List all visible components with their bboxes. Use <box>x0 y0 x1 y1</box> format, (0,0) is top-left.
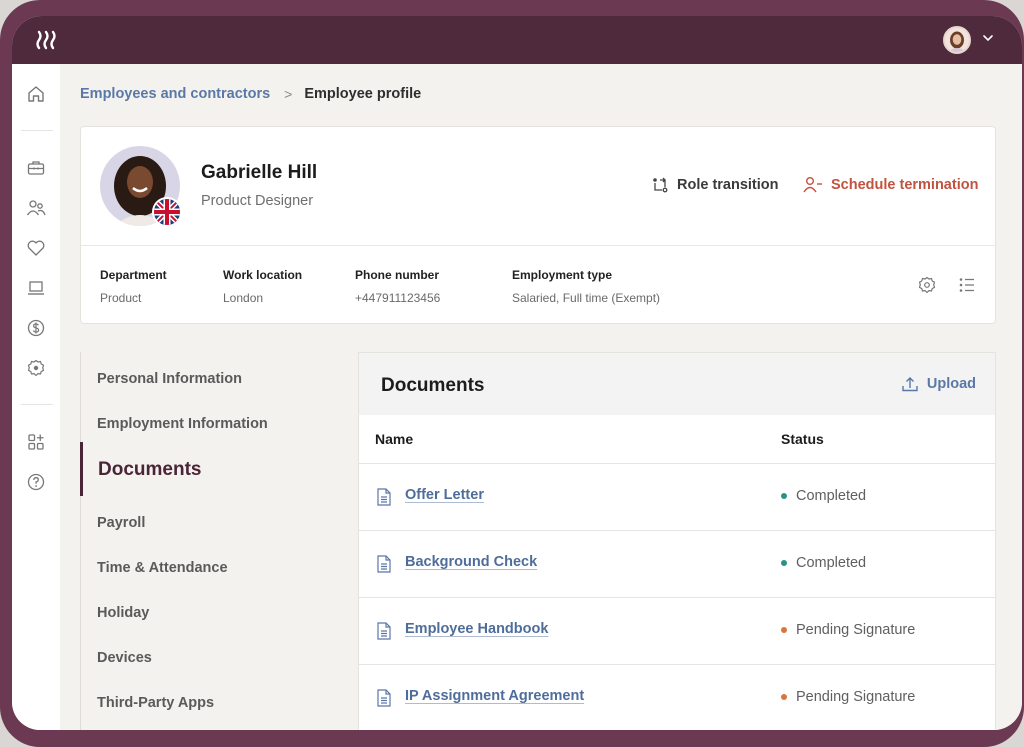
phone-number-label: Phone number <box>355 268 440 282</box>
user-avatar-image <box>948 31 966 52</box>
upload-button[interactable]: Upload <box>901 375 976 393</box>
status-dot <box>781 694 787 700</box>
remove-user-icon <box>803 177 822 193</box>
status-badge: Completed <box>781 488 866 504</box>
user-avatar[interactable] <box>943 26 971 54</box>
subnav-devices[interactable]: Devices <box>97 650 152 666</box>
help-circle-icon[interactable] <box>26 472 46 492</box>
documents-header: Documents Upload <box>359 353 995 415</box>
subnav-employment-information[interactable]: Employment Information <box>97 416 268 432</box>
upload-label: Upload <box>926 376 976 392</box>
role-transition-icon <box>653 177 668 193</box>
table-row: Offer Letter Completed <box>359 464 995 530</box>
schedule-termination-button[interactable]: Schedule termination <box>803 176 978 194</box>
subnav-personal-information[interactable]: Personal Information <box>97 371 242 387</box>
breadcrumb-current: Employee profile <box>304 86 422 102</box>
app-window: Employees and contractors > Employee pro… <box>12 16 1022 730</box>
subnav-payroll[interactable]: Payroll <box>97 515 145 531</box>
column-header-status[interactable]: Status <box>781 431 824 447</box>
breadcrumb-employees-link[interactable]: Employees and contractors <box>80 86 270 102</box>
role-transition-button[interactable]: Role transition <box>651 176 779 194</box>
employment-type-field: Employment type Salaried, Full time (Exe… <box>512 268 660 305</box>
list-icon[interactable] <box>957 275 977 295</box>
profile-card: Gabrielle Hill Product Designer Role tra… <box>80 126 996 324</box>
device-frame: Employees and contractors > Employee pro… <box>0 0 1024 747</box>
role-transition-label: Role transition <box>677 177 779 193</box>
work-location-value: London <box>223 291 264 305</box>
rail-divider <box>21 130 53 131</box>
active-section-indicator <box>80 442 83 496</box>
status-dot <box>781 560 787 566</box>
document-icon <box>377 555 391 573</box>
department-value: Product <box>100 291 142 305</box>
employee-role: Product Designer <box>201 193 314 209</box>
dollar-circle-icon[interactable] <box>26 318 46 338</box>
work-location-label: Work location <box>223 268 303 282</box>
brand-waves-icon[interactable] <box>36 30 58 50</box>
briefcase-icon[interactable] <box>26 158 46 178</box>
breadcrumb: Employees and contractors > Employee pro… <box>80 86 421 102</box>
status-badge: Pending Signature <box>781 689 915 705</box>
gear-icon[interactable] <box>917 275 937 295</box>
subnav-documents[interactable]: Documents <box>98 459 201 481</box>
document-link[interactable]: Offer Letter <box>405 487 484 503</box>
subnav-time-attendance[interactable]: Time & Attendance <box>97 560 228 576</box>
status-text: Pending Signature <box>796 622 916 638</box>
phone-number-value: +447911123456 <box>355 291 441 305</box>
upload-icon <box>902 377 918 392</box>
uk-flag-icon <box>152 197 182 227</box>
people-icon[interactable] <box>26 198 46 218</box>
work-location-field: Work location London <box>223 268 302 305</box>
left-nav-rail <box>12 64 60 730</box>
document-icon <box>377 689 391 707</box>
home-icon[interactable] <box>26 84 46 104</box>
document-link[interactable]: Background Check <box>405 554 537 570</box>
status-dot <box>781 627 787 633</box>
department-field: Department Product <box>100 268 167 305</box>
top-bar <box>12 16 1022 64</box>
heart-icon[interactable] <box>26 238 46 258</box>
subnav-third-party-apps[interactable]: Third-Party Apps <box>97 695 214 711</box>
subnav-holiday[interactable]: Holiday <box>97 605 149 621</box>
chevron-down-icon[interactable] <box>981 31 995 45</box>
status-text: Completed <box>796 488 867 504</box>
breadcrumb-separator: > <box>284 86 293 102</box>
gear-icon[interactable] <box>26 358 46 378</box>
document-icon <box>377 622 391 640</box>
status-dot <box>781 493 787 499</box>
rail-divider <box>21 404 53 405</box>
documents-panel: Documents Upload Name Status Offer Lette… <box>358 352 996 730</box>
department-label: Department <box>100 268 167 282</box>
document-link[interactable]: Employee Handbook <box>405 621 548 637</box>
status-badge: Pending Signature <box>781 622 915 638</box>
table-row: Background Check Completed <box>359 531 995 597</box>
card-divider <box>81 245 995 246</box>
phone-number-field: Phone number +447911123456 <box>355 268 440 305</box>
profile-section-nav: Personal Information Employment Informat… <box>80 352 340 730</box>
employee-name: Gabrielle Hill <box>201 162 318 183</box>
documents-title: Documents <box>381 375 485 396</box>
status-text: Pending Signature <box>796 689 916 705</box>
table-row: Employee Handbook Pending Signature <box>359 598 995 664</box>
employment-type-value: Salaried, Full time (Exempt) <box>512 291 661 305</box>
main-content: Employees and contractors > Employee pro… <box>60 64 1022 730</box>
document-link[interactable]: IP Assignment Agreement <box>405 688 584 704</box>
add-apps-icon[interactable] <box>26 432 46 452</box>
schedule-termination-label: Schedule termination <box>831 177 979 193</box>
laptop-icon[interactable] <box>26 278 46 298</box>
column-header-name[interactable]: Name <box>375 431 413 447</box>
status-badge: Completed <box>781 555 866 571</box>
table-row: IP Assignment Agreement Pending Signatur… <box>359 665 995 730</box>
employment-type-label: Employment type <box>512 268 613 282</box>
document-icon <box>377 488 391 506</box>
status-text: Completed <box>796 555 867 571</box>
